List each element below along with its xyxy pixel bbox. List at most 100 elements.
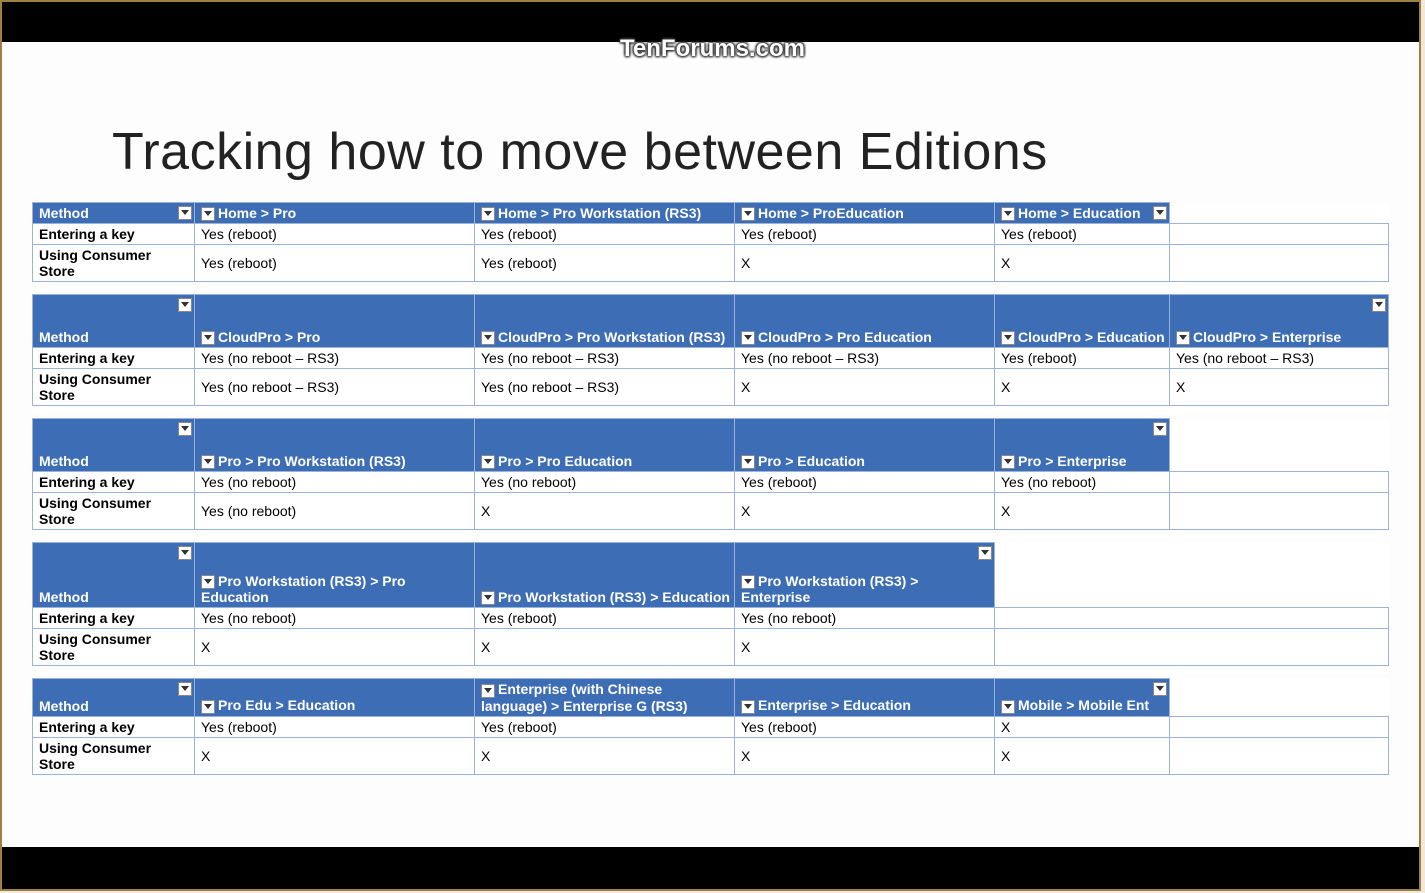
cell: Yes (no reboot) xyxy=(995,472,1170,493)
filter-icon[interactable] xyxy=(178,682,192,696)
cell xyxy=(995,629,1389,666)
filter-icon[interactable] xyxy=(1153,206,1167,220)
filter-icon[interactable] xyxy=(741,207,755,221)
col-ent-entg[interactable]: Enterprise (with Chinese language) > Ent… xyxy=(475,679,735,716)
filter-icon[interactable] xyxy=(178,298,192,312)
table-row: Entering a key Yes (no reboot – RS3) Yes… xyxy=(33,348,1389,369)
filter-icon[interactable] xyxy=(201,331,215,345)
filter-icon[interactable] xyxy=(201,207,215,221)
col-home-pro[interactable]: Home > Pro xyxy=(195,203,475,224)
cell: Yes (reboot) xyxy=(475,716,735,737)
table-row: Using Consumer Store Yes (no reboot) X X… xyxy=(33,493,1389,530)
cell: Yes (no reboot – RS3) xyxy=(475,369,735,406)
filter-icon[interactable] xyxy=(1372,298,1386,312)
col-pws-ent[interactable]: Pro Workstation (RS3) > Enterprise xyxy=(735,543,995,608)
cell: Yes (no reboot – RS3) xyxy=(195,369,475,406)
cell: X xyxy=(735,245,995,282)
filter-icon[interactable] xyxy=(1153,682,1167,696)
filter-icon[interactable] xyxy=(978,546,992,560)
col-method[interactable]: Method xyxy=(33,543,195,608)
col-mob-mobent[interactable]: Mobile > Mobile Ent xyxy=(995,679,1170,716)
cell xyxy=(1170,472,1389,493)
cell: Yes (reboot) xyxy=(475,245,735,282)
cell: Yes (no reboot – RS3) xyxy=(1170,348,1389,369)
col-method[interactable]: Method xyxy=(33,295,195,348)
slide-frame: TenForums.com Tracking how to move betwe… xyxy=(0,0,1421,891)
cell: X xyxy=(475,629,735,666)
filter-icon[interactable] xyxy=(1153,422,1167,436)
cell: Yes (no reboot) xyxy=(735,608,995,629)
col-method[interactable]: Method xyxy=(33,203,195,224)
filter-icon[interactable] xyxy=(741,455,755,469)
table-home: Method Home > Pro Home > Pro Workstation… xyxy=(32,202,1389,290)
col-pro-edu[interactable]: Pro > Education xyxy=(735,419,995,472)
row-entering-key: Entering a key xyxy=(33,348,195,369)
filter-icon[interactable] xyxy=(201,575,215,589)
row-entering-key: Entering a key xyxy=(33,716,195,737)
filter-icon[interactable] xyxy=(1001,207,1015,221)
cell: X xyxy=(735,369,995,406)
row-consumer-store: Using Consumer Store xyxy=(33,245,195,282)
col-cp-pro[interactable]: CloudPro > Pro xyxy=(195,295,475,348)
cell: Yes (no reboot – RS3) xyxy=(735,348,995,369)
col-cp-ent[interactable]: CloudPro > Enterprise xyxy=(1170,295,1389,348)
tables-container: Method Home > Pro Home > Pro Workstation… xyxy=(2,202,1419,775)
filter-icon[interactable] xyxy=(178,546,192,560)
col-proedu-edu[interactable]: Pro Edu > Education xyxy=(195,679,475,716)
col-cp-edu[interactable]: CloudPro > Education xyxy=(995,295,1170,348)
cell: X xyxy=(195,737,475,774)
col-home-prows[interactable]: Home > Pro Workstation (RS3) xyxy=(475,203,735,224)
row-consumer-store: Using Consumer Store xyxy=(33,737,195,774)
col-pro-proedu[interactable]: Pro > Pro Education xyxy=(475,419,735,472)
cell: X xyxy=(995,716,1170,737)
row-consumer-store: Using Consumer Store xyxy=(33,369,195,406)
cell: X xyxy=(475,737,735,774)
cell: X xyxy=(735,493,995,530)
col-pro-prows[interactable]: Pro > Pro Workstation (RS3) xyxy=(195,419,475,472)
filter-icon[interactable] xyxy=(481,684,495,698)
cell: X xyxy=(995,245,1170,282)
col-home-proedu[interactable]: Home > ProEducation xyxy=(735,203,995,224)
filter-icon[interactable] xyxy=(1001,700,1015,714)
cell: Yes (reboot) xyxy=(195,224,475,245)
cell: Yes (no reboot – RS3) xyxy=(195,348,475,369)
filter-icon[interactable] xyxy=(741,331,755,345)
col-home-edu[interactable]: Home > Education xyxy=(995,203,1170,224)
slide-content: Tracking how to move between Editions Me… xyxy=(2,42,1419,847)
filter-icon[interactable] xyxy=(481,331,495,345)
row-entering-key: Entering a key xyxy=(33,224,195,245)
col-ent-edu[interactable]: Enterprise > Education xyxy=(735,679,995,716)
filter-icon[interactable] xyxy=(201,700,215,714)
filter-icon[interactable] xyxy=(1001,455,1015,469)
filter-icon[interactable] xyxy=(481,591,495,605)
filter-icon[interactable] xyxy=(481,207,495,221)
col-pws-edu[interactable]: Pro Workstation (RS3) > Education xyxy=(475,543,735,608)
table-row: Using Consumer Store Yes (reboot) Yes (r… xyxy=(33,245,1389,282)
cell: X xyxy=(735,629,995,666)
blank-cell xyxy=(1170,203,1389,224)
col-method[interactable]: Method xyxy=(33,679,195,716)
cell: Yes (reboot) xyxy=(475,608,735,629)
col-pro-ent[interactable]: Pro > Enterprise xyxy=(995,419,1170,472)
top-black-bar xyxy=(2,2,1419,42)
filter-icon[interactable] xyxy=(178,422,192,436)
filter-icon[interactable] xyxy=(741,700,755,714)
table-row: Using Consumer Store Yes (no reboot – RS… xyxy=(33,369,1389,406)
filter-icon[interactable] xyxy=(201,455,215,469)
table-row: Entering a key Yes (no reboot) Yes (rebo… xyxy=(33,608,1389,629)
cell: Yes (no reboot) xyxy=(195,472,475,493)
cell: X xyxy=(195,629,475,666)
col-pws-proedu[interactable]: Pro Workstation (RS3) > Pro Education xyxy=(195,543,475,608)
table-row: Entering a key Yes (reboot) Yes (reboot)… xyxy=(33,224,1389,245)
col-cp-prows[interactable]: CloudPro > Pro Workstation (RS3) xyxy=(475,295,735,348)
col-cp-proedu[interactable]: CloudPro > Pro Education xyxy=(735,295,995,348)
table-row: Using Consumer Store X X X X xyxy=(33,737,1389,774)
table-cloudpro: Method CloudPro > Pro CloudPro > Pro Wor… xyxy=(32,294,1389,414)
cell: Yes (no reboot) xyxy=(475,472,735,493)
filter-icon[interactable] xyxy=(178,206,192,220)
filter-icon[interactable] xyxy=(1176,331,1190,345)
filter-icon[interactable] xyxy=(481,455,495,469)
filter-icon[interactable] xyxy=(1001,331,1015,345)
filter-icon[interactable] xyxy=(741,575,755,589)
col-method[interactable]: Method xyxy=(33,419,195,472)
